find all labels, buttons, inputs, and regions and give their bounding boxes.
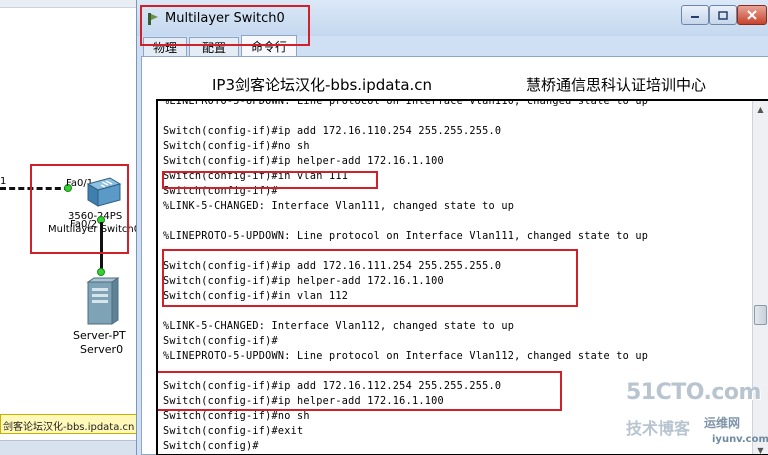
workspace-top-strip	[0, 0, 144, 8]
watermark-tagline: 技术博客	[626, 419, 691, 438]
close-icon	[747, 10, 757, 20]
server-model-label: Server-PT	[73, 329, 126, 342]
highlight-box-switch	[30, 164, 129, 254]
console-line: %LINEPROTO-5-UPDOWN: Line protocol on In…	[163, 231, 649, 242]
workspace-bottom-strip	[0, 440, 144, 455]
console-line: %LINK-5-CHANGED: Interface Vlan112, chan…	[163, 321, 515, 332]
maximize-icon	[718, 10, 728, 20]
highlight-box-title	[140, 5, 310, 46]
link-label: 1	[0, 176, 7, 187]
highlight-box-vlan111-config	[162, 249, 578, 307]
close-button[interactable]	[737, 5, 767, 25]
banner-left-text: IP3剑客论坛汉化-bbs.ipdata.cn	[212, 76, 433, 94]
console-line: %LINEPROTO-5-UPDOWN: Line protocol on In…	[163, 99, 649, 107]
server-name-label: Server0	[80, 343, 124, 356]
watermark-site: 51CTO.com	[626, 380, 761, 405]
tooltip-banner: 剑客论坛汉化-bbs.ipdata.cn	[0, 414, 144, 434]
console-line: Switch(config-if)#no sh	[163, 141, 310, 152]
scroll-thumb[interactable]	[754, 305, 767, 325]
banner-right-text: 慧桥通信思科认证培训中心	[526, 76, 707, 94]
server-icon[interactable]	[84, 276, 120, 326]
port-status-server	[97, 268, 105, 276]
console-line: Switch(config-if)#	[163, 336, 278, 347]
watermark-brand: 运维网	[704, 416, 741, 430]
watermark-domain: iyunv.com	[712, 434, 768, 445]
topology-canvas[interactable]: 1 Fa0/1 3560-24PS Multilayer Switch0 Fa0…	[0, 0, 144, 455]
console-line: %LINEPROTO-5-UPDOWN: Line protocol on In…	[163, 351, 649, 362]
console-line: Switch(config)#	[163, 441, 259, 452]
console-line: %LINK-5-CHANGED: Interface Vlan111, chan…	[163, 201, 515, 212]
scroll-up-icon[interactable]: ▲	[754, 102, 767, 116]
console-line: Switch(config-if)#ip add 172.16.110.254 …	[163, 126, 502, 137]
minimize-icon	[691, 16, 699, 18]
maximize-button[interactable]	[709, 5, 737, 25]
highlight-box-vlan111	[162, 171, 378, 189]
console-line: Switch(config-if)#ip helper-add 172.16.1…	[163, 156, 444, 167]
minimize-button[interactable]	[681, 5, 709, 25]
highlight-box-vlan112-config	[158, 371, 562, 411]
